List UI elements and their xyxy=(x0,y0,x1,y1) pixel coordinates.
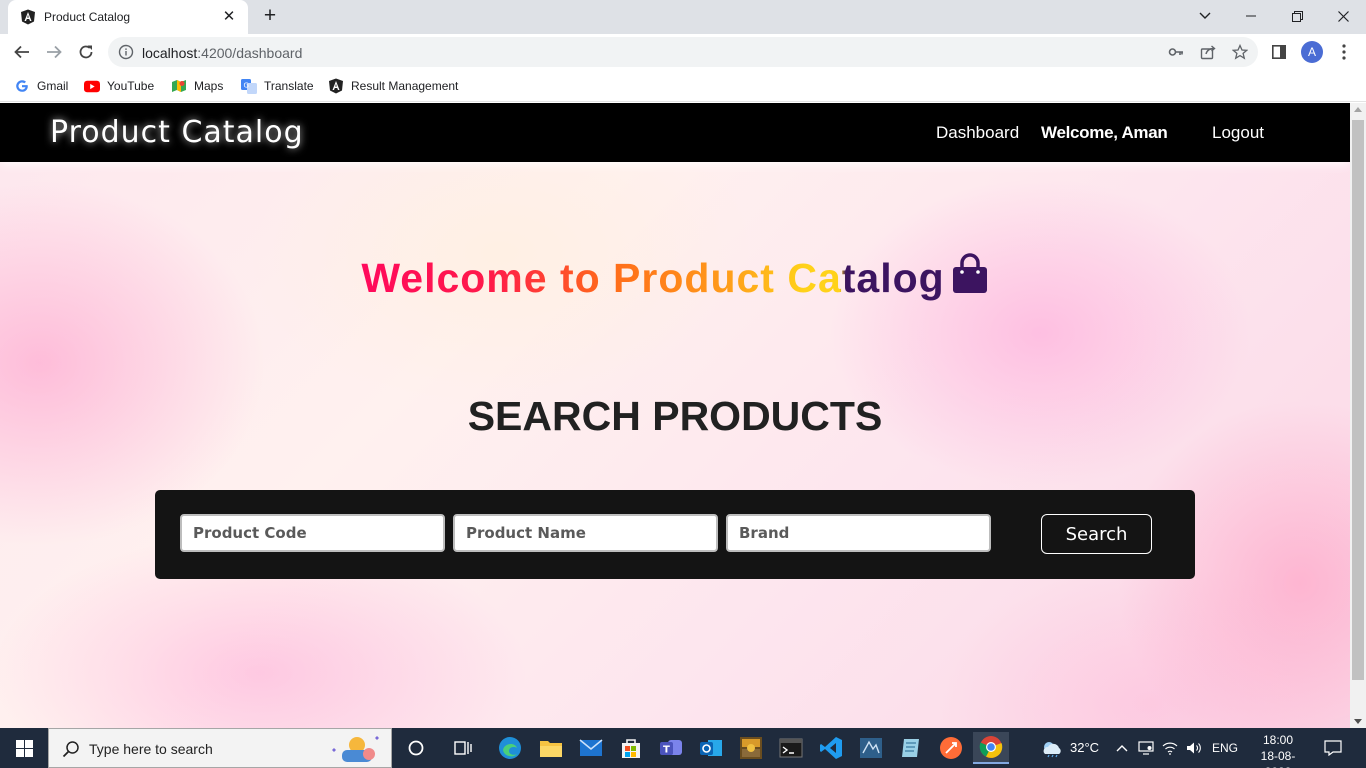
page-scrollbar[interactable] xyxy=(1350,103,1366,728)
clock-date: 18-08-2022 xyxy=(1260,749,1296,768)
search-button[interactable]: Search xyxy=(1041,514,1152,554)
bookmark-youtube[interactable]: YouTube xyxy=(84,76,154,96)
taskbar-search-placeholder: Type here to search xyxy=(89,741,213,757)
edge-icon[interactable] xyxy=(492,732,528,764)
scroll-thumb[interactable] xyxy=(1352,120,1364,680)
bookmark-label: YouTube xyxy=(107,79,155,93)
key-icon[interactable] xyxy=(1168,44,1184,60)
page-viewport: Product Catalog Dashboard Welcome, Aman … xyxy=(0,103,1350,728)
bookmark-star-icon[interactable] xyxy=(1231,43,1249,60)
windows-start-icon[interactable] xyxy=(0,728,48,768)
close-window-button[interactable] xyxy=(1320,0,1366,32)
outlook-icon[interactable] xyxy=(693,732,729,764)
address-bar[interactable]: localhost:4200/dashboard xyxy=(108,37,1258,67)
bookmark-label: Result Management xyxy=(351,79,459,93)
youtube-icon xyxy=(84,78,100,94)
cortana-icon[interactable] xyxy=(398,732,434,764)
reload-icon[interactable] xyxy=(72,38,100,66)
taskbar-search-box[interactable]: Type here to search xyxy=(48,728,392,768)
postman-icon[interactable] xyxy=(933,732,969,764)
site-info-icon[interactable] xyxy=(118,44,134,60)
svg-text:T: T xyxy=(663,745,670,756)
shopping-bag-icon xyxy=(951,253,989,305)
bookmark-result-management[interactable]: Result Management xyxy=(328,76,458,96)
url-text: localhost:4200/dashboard xyxy=(142,45,303,61)
app-navbar: Product Catalog Dashboard Welcome, Aman … xyxy=(0,103,1350,162)
profile-avatar[interactable]: A xyxy=(1301,41,1323,63)
kebab-menu-icon[interactable] xyxy=(1334,42,1354,62)
microsoft-store-icon[interactable] xyxy=(613,732,649,764)
wifi-icon[interactable] xyxy=(1162,740,1178,756)
bookmarks-bar: Gmail YouTube Maps G Translate Result Ma… xyxy=(0,70,1366,102)
bookmark-label: Gmail xyxy=(37,79,69,93)
product-name-input[interactable] xyxy=(453,514,718,552)
google-icon xyxy=(14,78,30,94)
browser-toolbar: localhost:4200/dashboard xyxy=(0,34,1366,70)
bookmark-label: Translate xyxy=(264,79,314,93)
game-app-icon[interactable] xyxy=(733,732,769,764)
product-code-input[interactable] xyxy=(180,514,445,552)
search-highlight-icon xyxy=(327,734,381,768)
mail-icon[interactable] xyxy=(573,732,609,764)
bookmark-maps[interactable]: Maps xyxy=(171,76,223,96)
clock-time: 18:00 xyxy=(1262,733,1294,747)
teams-icon[interactable]: T xyxy=(653,732,689,764)
search-form: Search xyxy=(155,490,1195,579)
maps-icon xyxy=(171,78,187,94)
temperature-text[interactable]: 32°C xyxy=(1070,740,1099,755)
volume-icon[interactable] xyxy=(1186,740,1202,756)
search-icon xyxy=(62,740,80,763)
bookmark-label: Maps xyxy=(194,79,224,93)
windows-taskbar: Type here to search T 32°C ENG 18:00 18-… xyxy=(0,728,1366,768)
browser-tab[interactable]: Product Catalog ✕ xyxy=(8,0,248,34)
welcome-user-text: Welcome, Aman xyxy=(1041,123,1168,142)
welcome-heading-text: Welcome to Product Catalog xyxy=(361,255,945,301)
minimize-button[interactable] xyxy=(1228,0,1274,32)
share-icon[interactable] xyxy=(1200,44,1216,60)
chrome-icon[interactable] xyxy=(973,732,1009,764)
bookmark-translate[interactable]: G Translate xyxy=(241,76,314,96)
brand-input[interactable] xyxy=(726,514,991,552)
taskbar-clock[interactable]: 18:00 18-08-2022 xyxy=(1250,732,1306,768)
file-explorer-icon[interactable] xyxy=(533,732,569,764)
angular-icon xyxy=(20,9,36,25)
scroll-up-arrow-icon[interactable] xyxy=(1354,107,1362,112)
nav-logout-link[interactable]: Logout xyxy=(1212,123,1264,143)
search-products-heading: SEARCH PRODUCTS xyxy=(467,393,883,439)
side-panel-icon[interactable] xyxy=(1269,42,1289,62)
new-tab-button[interactable]: + xyxy=(258,5,282,29)
tab-close-icon[interactable]: ✕ xyxy=(220,8,238,26)
translate-icon: G xyxy=(241,78,257,94)
angular-icon xyxy=(328,78,344,94)
bookmark-gmail[interactable]: Gmail xyxy=(14,76,68,96)
forward-arrow-icon[interactable] xyxy=(40,38,68,66)
notepad-icon[interactable] xyxy=(893,732,929,764)
tray-device-icon[interactable] xyxy=(1138,740,1154,756)
back-arrow-icon[interactable] xyxy=(8,38,36,66)
tray-chevron-up-icon[interactable] xyxy=(1114,740,1130,756)
tab-title: Product Catalog xyxy=(44,10,131,24)
restore-button[interactable] xyxy=(1274,0,1320,32)
weather-cloud-icon[interactable] xyxy=(1040,737,1064,759)
svg-text:G: G xyxy=(244,82,249,90)
task-view-icon[interactable] xyxy=(445,732,481,764)
welcome-heading: Welcome to Product Catalog xyxy=(0,253,1350,305)
mysql-workbench-icon[interactable] xyxy=(853,732,889,764)
browser-tab-strip: Product Catalog ✕ + xyxy=(0,0,1366,34)
tab-search-chevron-icon[interactable] xyxy=(1182,0,1228,32)
navbar-brand[interactable]: Product Catalog xyxy=(50,115,304,150)
language-indicator[interactable]: ENG xyxy=(1212,741,1238,755)
terminal-icon[interactable] xyxy=(773,732,809,764)
scroll-down-arrow-icon[interactable] xyxy=(1354,719,1362,724)
notification-icon[interactable] xyxy=(1324,739,1342,757)
vscode-icon[interactable] xyxy=(813,732,849,764)
nav-dashboard-link[interactable]: Dashboard xyxy=(936,123,1019,143)
